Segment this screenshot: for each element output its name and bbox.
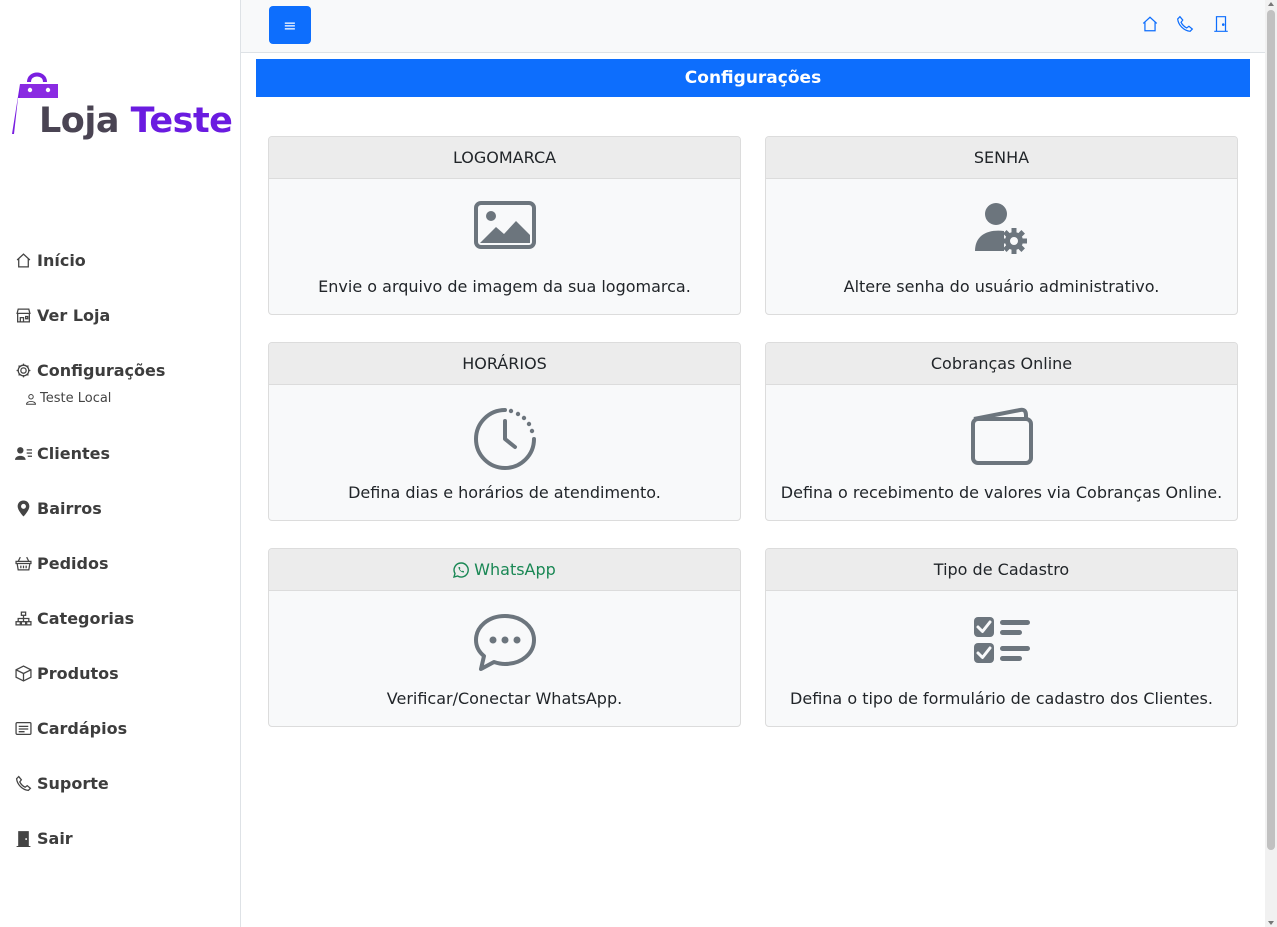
menu-card-icon	[15, 722, 32, 735]
sidebar-item-configuracoes[interactable]: Configurações	[15, 361, 165, 380]
sidebar-item-suporte[interactable]: Suporte	[15, 774, 109, 793]
sidebar-item-label: Sair	[37, 829, 73, 848]
card-logomarca[interactable]: LOGOMARCA Envie o arquivo de imagem da s…	[268, 136, 741, 315]
user-gear-icon	[974, 203, 1027, 254]
card-title: HORÁRIOS	[269, 343, 740, 385]
person-icon	[26, 393, 36, 405]
scroll-down-arrow[interactable]	[1268, 921, 1274, 925]
box-icon	[15, 665, 32, 682]
sidebar-item-label: Cardápios	[37, 719, 128, 738]
scrollbar[interactable]	[1265, 0, 1277, 927]
phone-icon[interactable]	[1176, 15, 1194, 33]
card-description: Altere senha do usuário administrativo.	[843, 277, 1160, 296]
sidebar-item-label: Pedidos	[37, 554, 109, 573]
page-title: Configurações	[256, 59, 1250, 97]
card-title: SENHA	[766, 137, 1237, 179]
card-senha[interactable]: SENHA Altere senha do usuário administra…	[765, 136, 1238, 315]
card-title-label: WhatsApp	[474, 560, 556, 579]
brand-name: Loja Teste	[39, 101, 233, 141]
card-title: WhatsApp	[269, 549, 740, 591]
home-icon	[16, 253, 31, 268]
sidebar-item-ver-loja[interactable]: Ver Loja	[15, 306, 110, 325]
brand-word-1: Loja	[39, 101, 119, 141]
store-icon	[16, 308, 31, 323]
sidebar-item-sair[interactable]: Sair	[15, 829, 73, 848]
wallet-icon	[970, 407, 1033, 465]
scroll-up-arrow[interactable]	[1268, 2, 1274, 6]
phone-icon	[15, 775, 32, 792]
card-description: Verificar/Conectar WhatsApp.	[386, 689, 623, 708]
menu-toggle-button[interactable]: ≡	[269, 6, 311, 44]
card-title: Cobranças Online	[766, 343, 1237, 385]
sidebar-item-label: Ver Loja	[37, 306, 111, 325]
sidebar-item-label: Configurações	[37, 361, 166, 380]
sidebar-item-inicio[interactable]: Início	[15, 251, 86, 270]
sidebar-item-cardapios[interactable]: Cardápios	[15, 719, 127, 738]
card-whatsapp[interactable]: WhatsApp Verificar/Conectar WhatsApp.	[268, 548, 741, 727]
home-icon[interactable]	[1141, 15, 1159, 33]
brand-logo[interactable]: Loja Teste	[12, 68, 233, 148]
sidebar-item-label: Categorias	[37, 609, 135, 628]
users-list-icon	[15, 447, 32, 460]
diagram-icon	[15, 611, 32, 626]
scrollbar-thumb[interactable]	[1267, 10, 1275, 850]
image-icon	[473, 201, 536, 249]
card-description: Defina o recebimento de valores via Cobr…	[780, 483, 1223, 502]
topbar: ≡	[241, 0, 1265, 53]
sidebar-item-label: Suporte	[37, 774, 109, 793]
card-title: LOGOMARCA	[269, 137, 740, 179]
sidebar-subitem-label: Teste Local	[40, 391, 112, 406]
card-description: Defina dias e horários de atendimento.	[348, 483, 661, 502]
sidebar-item-label: Bairros	[37, 499, 102, 518]
checklist-icon	[973, 617, 1030, 663]
card-tipo-de-cadastro[interactable]: Tipo de Cadastro Defina o tipo de formul…	[765, 548, 1238, 727]
door-icon[interactable]	[1212, 15, 1230, 33]
gear-icon	[16, 363, 31, 378]
sidebar-item-label: Clientes	[37, 444, 110, 463]
sidebar-item-clientes[interactable]: Clientes	[15, 444, 110, 463]
clock-icon	[473, 408, 536, 470]
whatsapp-icon	[453, 561, 470, 578]
sidebar-item-bairros[interactable]: Bairros	[15, 499, 102, 518]
chat-dots-icon	[473, 614, 536, 671]
sidebar: Loja Teste Início Ver Loja Configurações…	[0, 0, 241, 927]
brand-word-2: Teste	[130, 101, 233, 141]
map-pin-icon	[17, 500, 30, 517]
card-horarios[interactable]: HORÁRIOS Defina dias e horários de atend…	[268, 342, 741, 521]
card-description: Defina o tipo de formulário de cadastro …	[790, 689, 1213, 708]
sidebar-item-label: Início	[37, 251, 86, 270]
sidebar-item-label: Produtos	[37, 664, 119, 683]
sidebar-item-pedidos[interactable]: Pedidos	[15, 554, 108, 573]
sidebar-item-categorias[interactable]: Categorias	[15, 609, 134, 628]
card-description: Envie o arquivo de imagem da sua logomar…	[318, 277, 691, 296]
sidebar-subitem-teste-local[interactable]: Teste Local	[25, 391, 111, 406]
sidebar-item-produtos[interactable]: Produtos	[15, 664, 119, 683]
card-title: Tipo de Cadastro	[766, 549, 1237, 591]
card-cobrancas-online[interactable]: Cobranças Online Defina o recebimento de…	[765, 342, 1238, 521]
basket-icon	[15, 556, 32, 571]
door-icon	[16, 831, 31, 847]
